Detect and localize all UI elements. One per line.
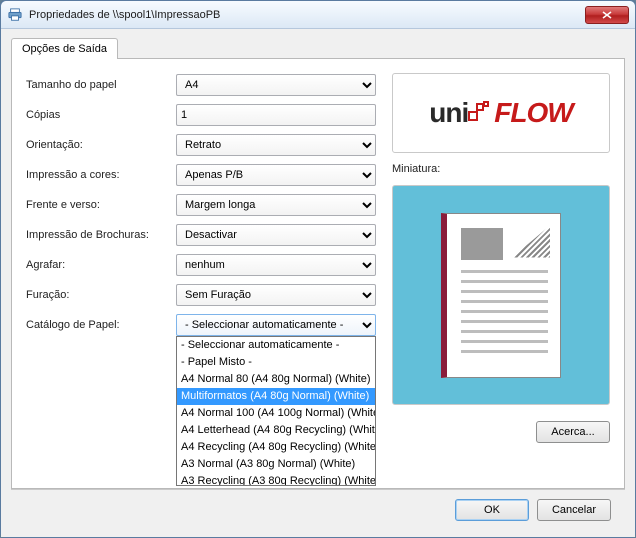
label-orientation: Orientação: bbox=[26, 139, 176, 151]
window-title: Propriedades de \\spool1\ImpressaoPB bbox=[29, 9, 585, 21]
settings-column: Tamanho do papel A4 Cópias Orientação: R… bbox=[26, 73, 376, 474]
ok-button[interactable]: OK bbox=[455, 499, 529, 521]
catalog-option[interactable]: A4 Normal 80 (A4 80g Normal) (White) bbox=[177, 371, 375, 388]
catalog-option[interactable]: A4 Letterhead (A4 80g Recycling) (White) bbox=[177, 422, 375, 439]
logo-box: uni FLOW bbox=[392, 73, 610, 153]
label-copies: Cópias bbox=[26, 109, 176, 121]
catalog-option[interactable]: A3 Recycling (A3 80g Recycling) (White) bbox=[177, 473, 375, 486]
preview-line bbox=[461, 300, 548, 303]
preview-image-icon bbox=[461, 228, 503, 260]
label-punch: Furação: bbox=[26, 289, 176, 301]
dialog-footer: OK Cancelar bbox=[11, 489, 625, 529]
duplex-select[interactable]: Margem longa bbox=[176, 194, 376, 216]
logo-squares-icon bbox=[468, 101, 490, 129]
preview-page bbox=[441, 213, 561, 378]
preview-line bbox=[461, 320, 548, 323]
copies-input[interactable] bbox=[176, 104, 376, 126]
preview-box bbox=[392, 185, 610, 405]
logo-flow: FLOW bbox=[494, 97, 572, 129]
orientation-select[interactable]: Retrato bbox=[176, 134, 376, 156]
paper-catalog-dropdown[interactable]: - Seleccionar automaticamente -- Papel M… bbox=[176, 336, 376, 486]
catalog-option[interactable]: Multiformatos (A4 80g Normal) (White) bbox=[177, 388, 375, 405]
label-duplex: Frente e verso: bbox=[26, 199, 176, 211]
preview-line bbox=[461, 310, 548, 313]
label-miniature: Miniatura: bbox=[392, 163, 610, 175]
punch-select[interactable]: Sem Furação bbox=[176, 284, 376, 306]
logo-uni: uni bbox=[429, 97, 468, 129]
preview-line bbox=[461, 280, 548, 283]
cancel-button[interactable]: Cancelar bbox=[537, 499, 611, 521]
right-column: uni FLOW Miniatura: bbox=[392, 73, 610, 474]
preview-line bbox=[461, 350, 548, 353]
preview-line bbox=[461, 270, 548, 273]
paper-size-select[interactable]: A4 bbox=[176, 74, 376, 96]
tab-output-options[interactable]: Opções de Saída bbox=[11, 38, 118, 59]
close-button[interactable] bbox=[585, 6, 629, 24]
preview-line bbox=[461, 290, 548, 293]
catalog-option[interactable]: - Seleccionar automaticamente - bbox=[177, 337, 375, 354]
booklet-select[interactable]: Desactivar bbox=[176, 224, 376, 246]
preview-line bbox=[461, 330, 548, 333]
catalog-option[interactable]: - Papel Misto - bbox=[177, 354, 375, 371]
close-icon bbox=[602, 11, 612, 19]
tabstrip: Opções de Saída bbox=[11, 38, 625, 59]
dialog-window: Propriedades de \\spool1\ImpressaoPB Opç… bbox=[0, 0, 636, 538]
about-button[interactable]: Acerca... bbox=[536, 421, 610, 443]
client-area: Opções de Saída Tamanho do papel A4 Cópi… bbox=[1, 29, 635, 537]
catalog-option[interactable]: A3 Normal (A3 80g Normal) (White) bbox=[177, 456, 375, 473]
preview-line bbox=[461, 340, 548, 343]
label-color: Impressão a cores: bbox=[26, 169, 176, 181]
catalog-option[interactable]: A4 Normal 100 (A4 100g Normal) (White) bbox=[177, 405, 375, 422]
color-select[interactable]: Apenas P/B bbox=[176, 164, 376, 186]
titlebar[interactable]: Propriedades de \\spool1\ImpressaoPB bbox=[1, 1, 635, 29]
preview-chart-icon bbox=[512, 226, 550, 258]
staple-select[interactable]: nenhum bbox=[176, 254, 376, 276]
tab-body: Tamanho do papel A4 Cópias Orientação: R… bbox=[11, 58, 625, 489]
uniflow-logo: uni FLOW bbox=[429, 97, 572, 129]
label-paper-size: Tamanho do papel bbox=[26, 79, 176, 91]
printer-icon bbox=[7, 7, 23, 23]
label-booklet: Impressão de Brochuras: bbox=[26, 229, 176, 241]
label-staple: Agrafar: bbox=[26, 259, 176, 271]
label-catalog: Catálogo de Papel: bbox=[26, 319, 176, 331]
catalog-option[interactable]: A4 Recycling (A4 80g Recycling) (White) bbox=[177, 439, 375, 456]
paper-catalog-select[interactable]: - Seleccionar automaticamente - bbox=[176, 314, 376, 336]
